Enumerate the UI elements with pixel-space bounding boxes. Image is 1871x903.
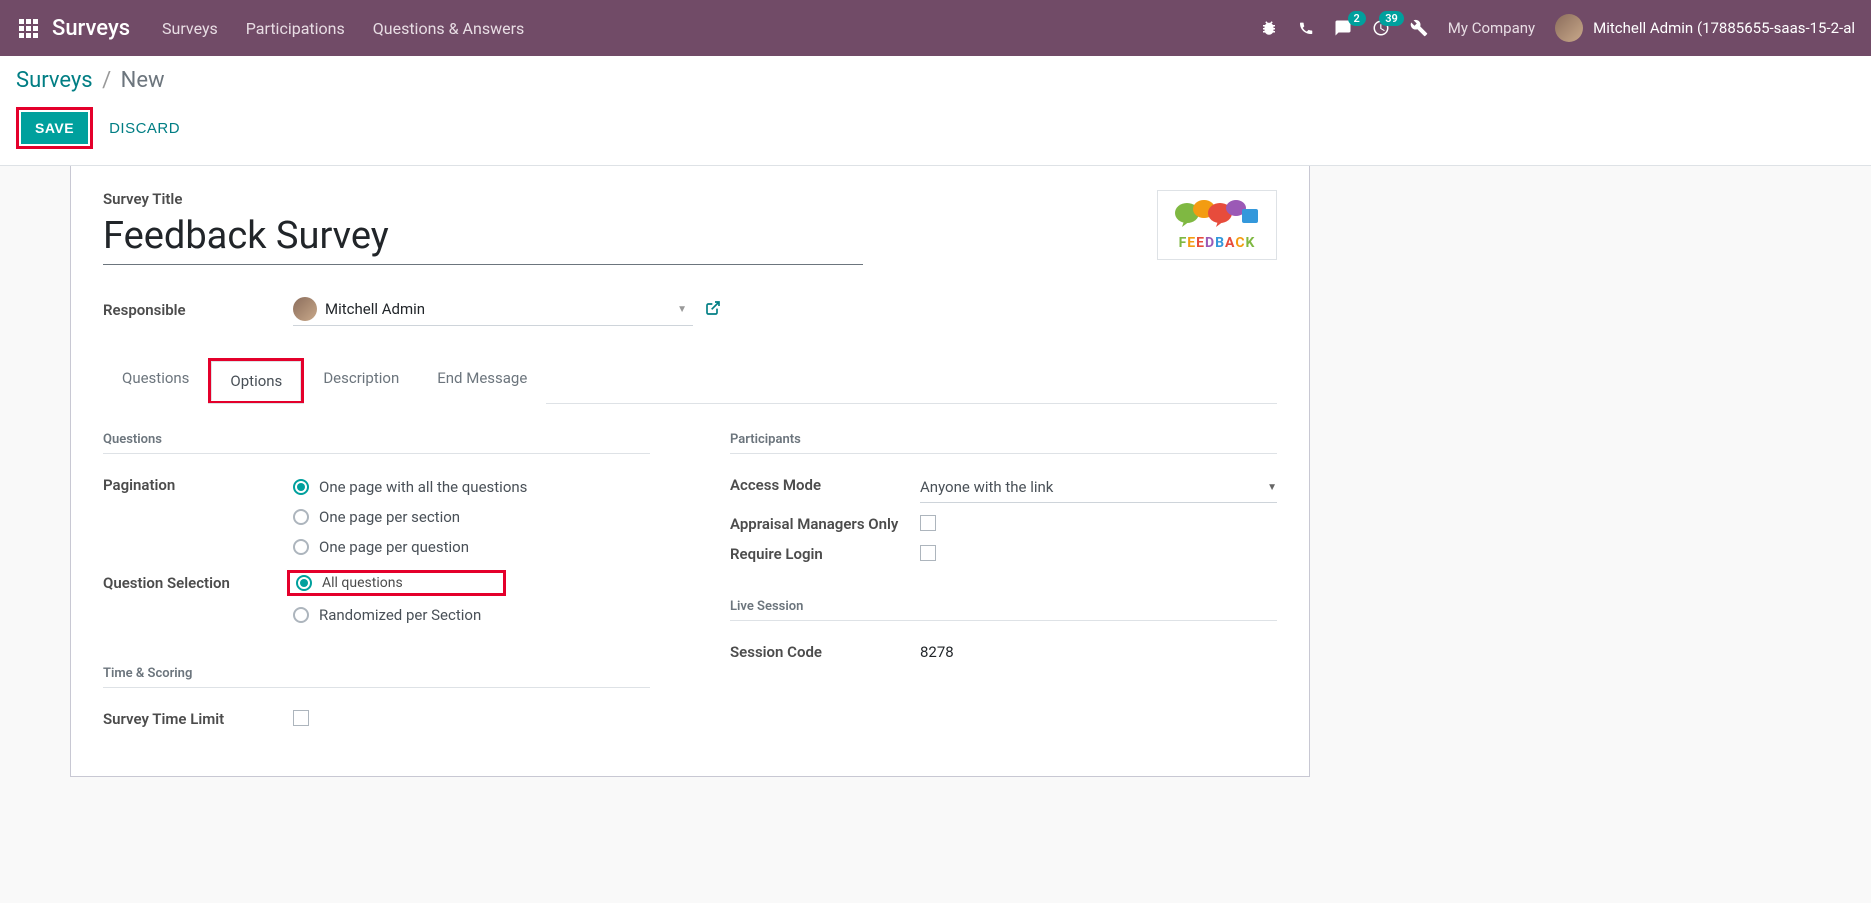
survey-title-label: Survey Title bbox=[103, 190, 863, 208]
radio-icon bbox=[293, 509, 309, 525]
breadcrumb: Surveys / New bbox=[16, 68, 1855, 93]
navbar-menu: Surveys Participations Questions & Answe… bbox=[162, 19, 524, 38]
participants-section-title: Participants bbox=[730, 432, 1277, 454]
time-scoring-section-title: Time & Scoring bbox=[103, 666, 650, 688]
pagination-opt-all[interactable]: One page with all the questions bbox=[293, 472, 650, 502]
messages-icon[interactable]: 2 bbox=[1334, 19, 1352, 37]
all-questions-highlight: All questions bbox=[287, 570, 506, 596]
session-code-row: Session Code 8278 bbox=[730, 639, 1277, 665]
access-mode-select[interactable]: Anyone with the link ▼ bbox=[920, 472, 1277, 503]
tools-icon[interactable] bbox=[1410, 19, 1428, 37]
questions-section-title: Questions bbox=[103, 432, 650, 454]
time-limit-row: Survey Time Limit bbox=[103, 706, 650, 728]
pagination-row: Pagination One page with all the questio… bbox=[103, 472, 650, 562]
breadcrumb-current: New bbox=[121, 68, 165, 93]
session-code-value: 8278 bbox=[920, 639, 1277, 665]
content-wrap: Survey Title FEEDBACK Responsible bbox=[0, 166, 1871, 777]
pagination-label: Pagination bbox=[103, 472, 293, 494]
user-menu[interactable]: Mitchell Admin (17885655-saas-15-2-al bbox=[1555, 14, 1855, 42]
access-mode-row: Access Mode Anyone with the link ▼ bbox=[730, 472, 1277, 503]
radio-label: Randomized per Section bbox=[319, 606, 481, 624]
nav-menu-participations[interactable]: Participations bbox=[246, 19, 345, 38]
chevron-down-icon: ▼ bbox=[1267, 482, 1277, 493]
appraisal-label: Appraisal Managers Only bbox=[730, 511, 920, 533]
responsible-row: Responsible Mitchell Admin ▼ bbox=[103, 293, 1277, 326]
radio-icon bbox=[293, 479, 309, 495]
company-name[interactable]: My Company bbox=[1448, 19, 1535, 37]
main-navbar: Surveys Surveys Participations Questions… bbox=[0, 0, 1871, 56]
access-mode-value: Anyone with the link bbox=[920, 478, 1053, 496]
options-grid: Questions Pagination One page with all t… bbox=[103, 432, 1277, 736]
access-mode-label: Access Mode bbox=[730, 472, 920, 494]
options-tab-highlight: Options bbox=[208, 358, 304, 403]
radio-label: All questions bbox=[322, 575, 403, 591]
tab-options[interactable]: Options bbox=[211, 361, 301, 401]
require-login-label: Require Login bbox=[730, 541, 920, 563]
nav-menu-surveys[interactable]: Surveys bbox=[162, 19, 218, 38]
feedback-logo-text: FEEDBACK bbox=[1168, 235, 1266, 251]
messages-badge: 2 bbox=[1348, 11, 1366, 26]
avatar bbox=[1555, 14, 1583, 42]
action-buttons: SAVE DISCARD bbox=[16, 107, 1855, 149]
selection-label: Question Selection bbox=[103, 570, 293, 592]
options-left-col: Questions Pagination One page with all t… bbox=[103, 432, 650, 736]
tab-questions[interactable]: Questions bbox=[103, 358, 208, 404]
live-session-section-title: Live Session bbox=[730, 599, 1277, 621]
save-highlight: SAVE bbox=[16, 107, 93, 149]
debug-icon[interactable] bbox=[1260, 19, 1278, 37]
time-limit-checkbox[interactable] bbox=[293, 710, 309, 726]
control-panel: Surveys / New SAVE DISCARD bbox=[0, 56, 1871, 166]
responsible-field[interactable]: Mitchell Admin ▼ bbox=[293, 293, 693, 326]
external-link-icon[interactable] bbox=[705, 300, 721, 320]
form-tabs: Questions Options Description End Messag… bbox=[103, 358, 1277, 404]
radio-label: One page per question bbox=[319, 538, 469, 556]
breadcrumb-parent[interactable]: Surveys bbox=[16, 68, 93, 93]
form-sheet: Survey Title FEEDBACK Responsible bbox=[70, 166, 1310, 777]
discard-button[interactable]: DISCARD bbox=[109, 120, 180, 137]
selection-opt-random[interactable]: Randomized per Section bbox=[293, 600, 650, 630]
save-button[interactable]: SAVE bbox=[21, 112, 88, 144]
responsible-name: Mitchell Admin bbox=[325, 300, 669, 318]
pagination-opt-section[interactable]: One page per section bbox=[293, 502, 650, 532]
options-right-col: Participants Access Mode Anyone with the… bbox=[730, 432, 1277, 736]
app-title[interactable]: Surveys bbox=[52, 16, 130, 41]
require-login-row: Require Login bbox=[730, 541, 1277, 563]
radio-icon bbox=[293, 607, 309, 623]
radio-icon bbox=[296, 575, 312, 591]
pagination-opt-question[interactable]: One page per question bbox=[293, 532, 650, 562]
survey-image[interactable]: FEEDBACK bbox=[1157, 190, 1277, 260]
navbar-right: 2 39 My Company Mitchell Admin (17885655… bbox=[1260, 14, 1855, 42]
user-name: Mitchell Admin (17885655-saas-15-2-al bbox=[1593, 19, 1855, 37]
radio-icon bbox=[293, 539, 309, 555]
apps-menu-icon[interactable] bbox=[16, 16, 40, 40]
phone-icon[interactable] bbox=[1298, 20, 1314, 36]
activities-badge: 39 bbox=[1379, 11, 1404, 26]
breadcrumb-sep: / bbox=[102, 68, 111, 93]
survey-title-input[interactable] bbox=[103, 212, 863, 265]
feedback-bubbles-icon bbox=[1172, 199, 1262, 231]
radio-label: One page per section bbox=[319, 508, 460, 526]
activities-icon[interactable]: 39 bbox=[1372, 19, 1390, 37]
tab-end-message[interactable]: End Message bbox=[418, 358, 546, 404]
responsible-label: Responsible bbox=[103, 301, 293, 319]
session-code-label: Session Code bbox=[730, 639, 920, 661]
nav-menu-qa[interactable]: Questions & Answers bbox=[373, 19, 525, 38]
chevron-down-icon: ▼ bbox=[677, 304, 687, 315]
tab-description[interactable]: Description bbox=[304, 358, 418, 404]
title-section: Survey Title FEEDBACK bbox=[103, 190, 1277, 265]
appraisal-checkbox[interactable] bbox=[920, 515, 936, 531]
time-limit-label: Survey Time Limit bbox=[103, 706, 293, 728]
appraisal-row: Appraisal Managers Only bbox=[730, 511, 1277, 533]
responsible-avatar bbox=[293, 297, 317, 321]
radio-label: One page with all the questions bbox=[319, 478, 527, 496]
selection-row: Question Selection All questions Randomi… bbox=[103, 570, 650, 630]
require-login-checkbox[interactable] bbox=[920, 545, 936, 561]
